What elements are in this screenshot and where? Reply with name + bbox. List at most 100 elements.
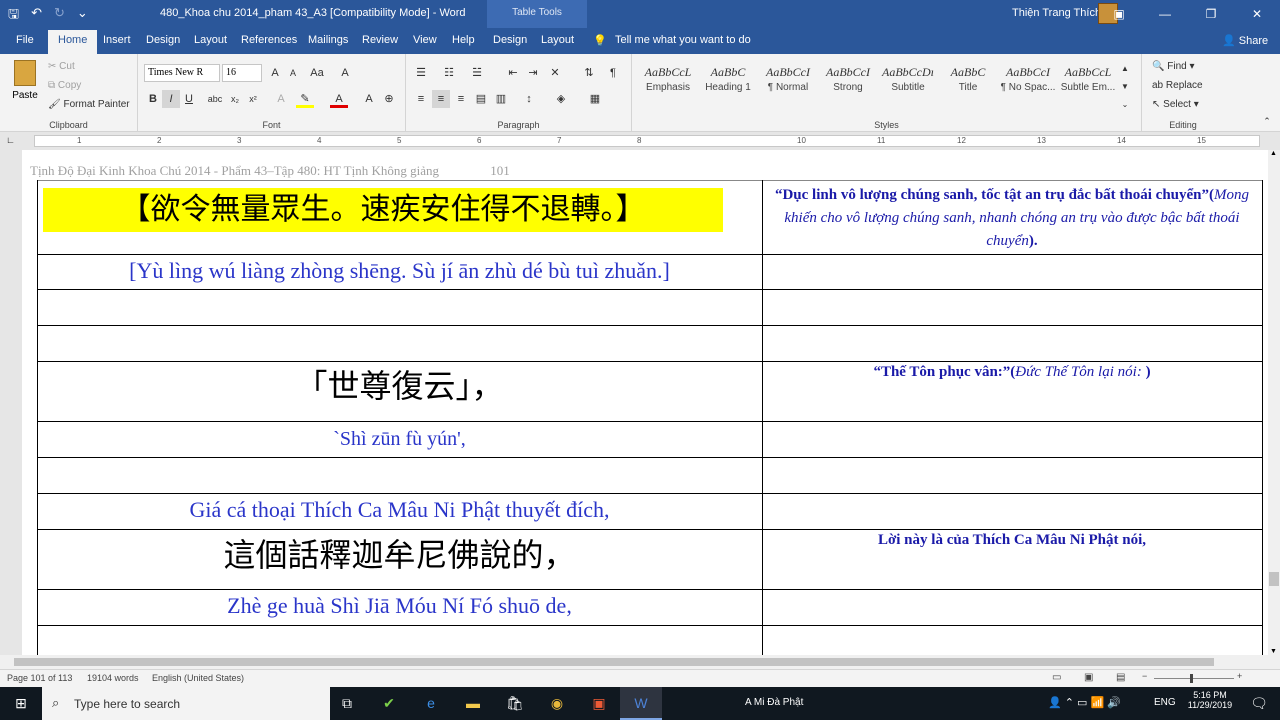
tab-design[interactable]: Design <box>146 34 180 46</box>
grow-font-icon[interactable]: A <box>266 64 284 82</box>
content-table[interactable]: 【欲令無量眾生。速疾安住得不退轉。】 “Dục linh vô lượng ch… <box>37 180 1263 655</box>
style-4[interactable]: AaBbCcDı Subtitle <box>878 62 938 104</box>
styles-more-icon[interactable]: ⌄ <box>1116 96 1134 114</box>
close-icon[interactable]: ✕ <box>1234 0 1280 28</box>
decrease-indent-icon[interactable]: ⇤ <box>504 64 522 82</box>
bold-icon[interactable]: B <box>144 90 162 108</box>
presentation-app-icon[interactable]: ▣ <box>578 687 620 720</box>
taskbar-window-title[interactable]: A Mi Đà Phật <box>745 697 803 708</box>
superscript-icon[interactable]: x² <box>244 90 262 108</box>
replace-button[interactable]: ab Replace <box>1152 80 1203 91</box>
style-5[interactable]: AaBbC Title <box>938 62 998 104</box>
vertical-scrollbar[interactable]: ▲ ▼ <box>1268 150 1280 655</box>
italic-icon[interactable]: I <box>162 90 180 108</box>
redo-icon[interactable]: ↻ <box>54 5 65 27</box>
style-3[interactable]: AaBbCcI Strong <box>818 62 878 104</box>
scroll-up-icon[interactable]: ▲ <box>1270 150 1277 157</box>
select-button[interactable]: ↖ Select ▾ <box>1152 99 1199 110</box>
zoom-in-icon[interactable]: + <box>1237 671 1242 681</box>
tab-review[interactable]: Review <box>362 34 398 46</box>
enclose-characters-icon[interactable]: ⊕ <box>380 90 398 108</box>
notification-icon[interactable]: 🗨 <box>1238 687 1280 720</box>
file-explorer-icon[interactable]: ▬ <box>452 687 494 720</box>
sort-icon[interactable]: ⇅ <box>580 64 598 82</box>
store-icon[interactable]: 🛍 <box>494 687 536 720</box>
highlight-color-icon[interactable]: ✎ <box>296 90 314 108</box>
underline-icon[interactable]: U <box>180 90 198 108</box>
edge-icon[interactable]: e <box>410 687 452 720</box>
shading-icon[interactable]: ◈ <box>552 90 570 108</box>
zoom-out-icon[interactable]: − <box>1142 671 1147 681</box>
tab-table-design[interactable]: Design <box>493 34 527 46</box>
save-icon[interactable]: 🖫 <box>8 5 19 27</box>
tell-me-box[interactable]: Tell me what you want to do <box>615 34 751 46</box>
shrink-font-icon[interactable]: A <box>284 64 302 82</box>
horizontal-ruler[interactable]: 1 2 3 4 5 6 7 8 10 11 12 13 14 15 <box>34 135 1260 147</box>
collapse-ribbon-icon[interactable]: ⌃ <box>1258 112 1276 130</box>
checkmark-app-icon[interactable]: ✔ <box>368 687 410 720</box>
tab-table-layout[interactable]: Layout <box>541 34 574 46</box>
horizontal-scrollbar[interactable] <box>0 655 1280 669</box>
user-name[interactable]: Thiện Trang Thích <box>1012 7 1101 19</box>
asian-layout-icon[interactable]: ✕ <box>546 64 564 82</box>
word-count[interactable]: 19104 words <box>87 673 139 683</box>
minimize-icon[interactable]: — <box>1142 0 1188 28</box>
ribbon-display-options-icon[interactable]: ▣ <box>1096 0 1142 28</box>
copy-button[interactable]: ⧉ Copy <box>48 80 81 91</box>
task-view-icon[interactable]: ⧉ <box>326 687 368 720</box>
numbering-icon[interactable]: ☷ <box>440 64 458 82</box>
read-mode-icon[interactable]: ▭ <box>1052 672 1061 683</box>
align-right-icon[interactable]: ≡ <box>452 90 470 108</box>
strikethrough-icon[interactable]: abc <box>206 90 224 108</box>
zoom-slider[interactable] <box>1154 678 1234 679</box>
page-count[interactable]: Page 101 of 113 <box>7 673 72 683</box>
customize-qat-icon[interactable]: ⌄ <box>77 5 88 27</box>
cut-button[interactable]: ✂ Cut <box>48 61 75 72</box>
web-layout-icon[interactable]: ▤ <box>1116 672 1125 683</box>
scroll-down-icon[interactable]: ▼ <box>1270 648 1277 655</box>
tab-references[interactable]: References <box>241 34 297 46</box>
page[interactable]: Tịnh Độ Đại Kinh Khoa Chú 2014 - Phẩm 43… <box>22 150 1268 655</box>
taskbar-search-box[interactable]: ⌕ Type here to search <box>42 687 330 720</box>
paste-button[interactable]: Paste <box>10 60 40 101</box>
font-name-combo[interactable]: Times New R <box>144 64 220 82</box>
tab-selector-icon[interactable]: ∟ <box>6 135 15 145</box>
font-color-icon[interactable]: A <box>330 90 348 108</box>
style-1[interactable]: AaBbC Heading 1 <box>698 62 758 104</box>
undo-icon[interactable]: ↶ <box>31 5 42 27</box>
borders-icon[interactable]: ▦ <box>586 90 604 108</box>
style-0[interactable]: AaBbCcL Emphasis <box>638 62 698 104</box>
styles-scroll-down-icon[interactable]: ▼ <box>1116 78 1134 96</box>
font-size-combo[interactable]: 16 <box>222 64 262 82</box>
restore-icon[interactable]: ❐ <box>1188 0 1234 28</box>
subscript-icon[interactable]: x₂ <box>226 90 244 108</box>
tab-layout[interactable]: Layout <box>194 34 227 46</box>
tab-view[interactable]: View <box>413 34 437 46</box>
justify-icon[interactable]: ▤ <box>472 90 490 108</box>
tab-mailings[interactable]: Mailings <box>308 34 348 46</box>
clear-formatting-icon[interactable]: A <box>336 64 354 82</box>
find-button[interactable]: 🔍 Find ▾ <box>1152 61 1195 72</box>
align-center-icon[interactable]: ≡ <box>432 90 450 108</box>
system-tray-icons[interactable]: 👤 ⌃ ▭ 📶 🔊 <box>1048 696 1121 709</box>
line-spacing-icon[interactable]: ↕ <box>520 90 538 108</box>
distributed-icon[interactable]: ▥ <box>492 90 510 108</box>
chrome-icon[interactable]: ◉ <box>536 687 578 720</box>
windows-start-icon[interactable]: ⊞ <box>0 687 42 720</box>
tab-help[interactable]: Help <box>452 34 475 46</box>
language-status[interactable]: English (United States) <box>152 673 244 683</box>
tab-insert[interactable]: Insert <box>103 34 131 46</box>
vertical-scroll-thumb[interactable] <box>1269 572 1279 586</box>
format-painter-button[interactable]: 🖌 Format Painter <box>48 99 130 110</box>
increase-indent-icon[interactable]: ⇥ <box>524 64 542 82</box>
word-taskbar-icon[interactable]: W <box>620 687 662 720</box>
tab-home[interactable]: Home <box>48 30 98 54</box>
horizontal-scroll-thumb[interactable] <box>14 658 1214 666</box>
language-indicator[interactable]: ENG <box>1154 697 1176 708</box>
share-button[interactable]: 👤 Share <box>1222 34 1268 47</box>
style-2[interactable]: AaBbCcI ¶ Normal <box>758 62 818 104</box>
change-case-icon[interactable]: Aa <box>308 64 326 82</box>
style-7[interactable]: AaBbCcL Subtle Em... <box>1058 62 1118 104</box>
zoom-slider-thumb[interactable] <box>1190 674 1193 683</box>
character-shading-icon[interactable]: A <box>360 90 378 108</box>
